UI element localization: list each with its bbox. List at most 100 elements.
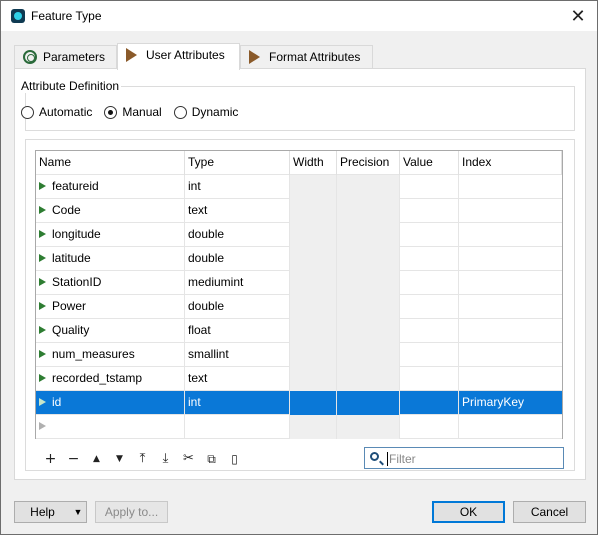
radio-automatic[interactable]: Automatic <box>21 105 92 119</box>
cell-value[interactable] <box>400 415 459 439</box>
table-row[interactable]: recorded_tstamp text <box>36 367 562 391</box>
cell-name[interactable]: id <box>36 391 185 415</box>
cell-precision[interactable] <box>337 319 400 343</box>
table-row[interactable]: longitude double <box>36 223 562 247</box>
table-row[interactable]: StationID mediumint <box>36 271 562 295</box>
column-header-index[interactable]: Index <box>459 151 562 175</box>
tab-format-attributes[interactable]: Format Attributes <box>240 45 373 69</box>
cell-index[interactable]: PrimaryKey <box>459 391 562 415</box>
cell-type[interactable]: int <box>185 391 290 415</box>
cell-precision[interactable] <box>337 247 400 271</box>
copy-icon[interactable]: ⧉ <box>200 450 223 468</box>
cell-value[interactable] <box>400 343 459 367</box>
cell-type[interactable]: mediumint <box>185 271 290 295</box>
cell-precision[interactable] <box>337 295 400 319</box>
paste-icon[interactable]: ▯ <box>223 450 246 468</box>
tab-user-attributes[interactable]: User Attributes <box>117 43 240 70</box>
cell-index[interactable] <box>459 367 562 391</box>
cell-name[interactable]: Power <box>36 295 185 319</box>
radio-manual[interactable]: Manual <box>104 105 162 119</box>
cell-precision[interactable] <box>337 199 400 223</box>
cell-precision[interactable] <box>337 367 400 391</box>
cell-value[interactable] <box>400 223 459 247</box>
cell-name[interactable]: Code <box>36 199 185 223</box>
cell-value[interactable] <box>400 295 459 319</box>
table-row[interactable]: featureid int <box>36 175 562 199</box>
cell-index[interactable] <box>459 415 562 439</box>
cell-width[interactable] <box>290 223 337 247</box>
cell-type[interactable]: double <box>185 223 290 247</box>
cell-width[interactable] <box>290 295 337 319</box>
expand-triangle-icon[interactable] <box>39 182 46 190</box>
cell-index[interactable] <box>459 271 562 295</box>
cell-value[interactable] <box>400 391 459 415</box>
cell-index[interactable] <box>459 343 562 367</box>
filter-input[interactable]: Filter <box>364 447 564 469</box>
expand-triangle-icon[interactable] <box>39 206 46 214</box>
cell-precision[interactable] <box>337 415 400 439</box>
cell-precision[interactable] <box>337 391 400 415</box>
expand-triangle-icon[interactable] <box>39 350 46 358</box>
cell-width[interactable] <box>290 415 337 439</box>
cell-type[interactable]: float <box>185 319 290 343</box>
attribute-table[interactable]: Name Type Width Precision Value Index fe… <box>35 150 563 439</box>
cell-width[interactable] <box>290 367 337 391</box>
chevron-down-icon[interactable]: ▼ <box>70 502 86 522</box>
help-button[interactable]: Help ▼ <box>14 501 87 523</box>
cell-name[interactable]: Quality <box>36 319 185 343</box>
cell-value[interactable] <box>400 319 459 343</box>
cell-width[interactable] <box>290 175 337 199</box>
cell-index[interactable] <box>459 295 562 319</box>
expand-triangle-icon[interactable] <box>39 374 46 382</box>
cell-precision[interactable] <box>337 271 400 295</box>
cell-name[interactable]: latitude <box>36 247 185 271</box>
table-row[interactable]: id int PrimaryKey <box>36 391 562 415</box>
table-row[interactable]: Power double <box>36 295 562 319</box>
radio-button[interactable] <box>21 105 34 119</box>
table-row[interactable]: num_measures smallint <box>36 343 562 367</box>
radio-dynamic[interactable]: Dynamic <box>173 105 238 119</box>
cell-type[interactable]: smallint <box>185 343 290 367</box>
cell-width[interactable] <box>290 319 337 343</box>
cell-name[interactable]: num_measures <box>36 343 185 367</box>
cell-name[interactable]: longitude <box>36 223 185 247</box>
cell-name[interactable]: recorded_tstamp <box>36 367 185 391</box>
cell-type[interactable]: double <box>185 247 290 271</box>
move-down-button[interactable]: ▼ <box>108 450 131 468</box>
cell-type[interactable]: text <box>185 367 290 391</box>
column-header-name[interactable]: Name <box>36 151 185 175</box>
table-row[interactable]: Quality float <box>36 319 562 343</box>
cell-width[interactable] <box>290 271 337 295</box>
cell-type[interactable] <box>185 415 290 439</box>
expand-triangle-icon[interactable] <box>39 254 46 262</box>
cell-index[interactable] <box>459 319 562 343</box>
expand-triangle-icon[interactable] <box>39 398 46 406</box>
table-row[interactable]: latitude double <box>36 247 562 271</box>
close-icon[interactable]: ✕ <box>567 5 589 27</box>
column-header-precision[interactable]: Precision <box>337 151 400 175</box>
cell-value[interactable] <box>400 271 459 295</box>
cell-name[interactable]: featureid <box>36 175 185 199</box>
move-up-button[interactable]: ▲ <box>85 450 108 468</box>
cell-name[interactable] <box>36 415 185 439</box>
cell-precision[interactable] <box>337 175 400 199</box>
cell-width[interactable] <box>290 391 337 415</box>
column-header-type[interactable]: Type <box>185 151 290 175</box>
cell-precision[interactable] <box>337 343 400 367</box>
apply-to-button[interactable]: Apply to... <box>95 501 168 523</box>
cell-width[interactable] <box>290 199 337 223</box>
add-attribute-button[interactable]: + <box>39 450 62 468</box>
cell-type[interactable]: int <box>185 175 290 199</box>
move-to-bottom-button[interactable]: ⤓ <box>154 450 177 468</box>
expand-triangle-icon[interactable] <box>39 230 46 238</box>
cell-width[interactable] <box>290 247 337 271</box>
expand-triangle-icon[interactable] <box>39 302 46 310</box>
radio-button[interactable] <box>104 105 118 119</box>
remove-attribute-button[interactable]: − <box>62 450 85 468</box>
cell-index[interactable] <box>459 247 562 271</box>
move-to-top-button[interactable]: ⤒ <box>131 450 154 468</box>
expand-triangle-icon[interactable] <box>39 422 46 430</box>
radio-button[interactable] <box>173 105 187 119</box>
cell-index[interactable] <box>459 175 562 199</box>
new-row[interactable] <box>36 415 562 439</box>
